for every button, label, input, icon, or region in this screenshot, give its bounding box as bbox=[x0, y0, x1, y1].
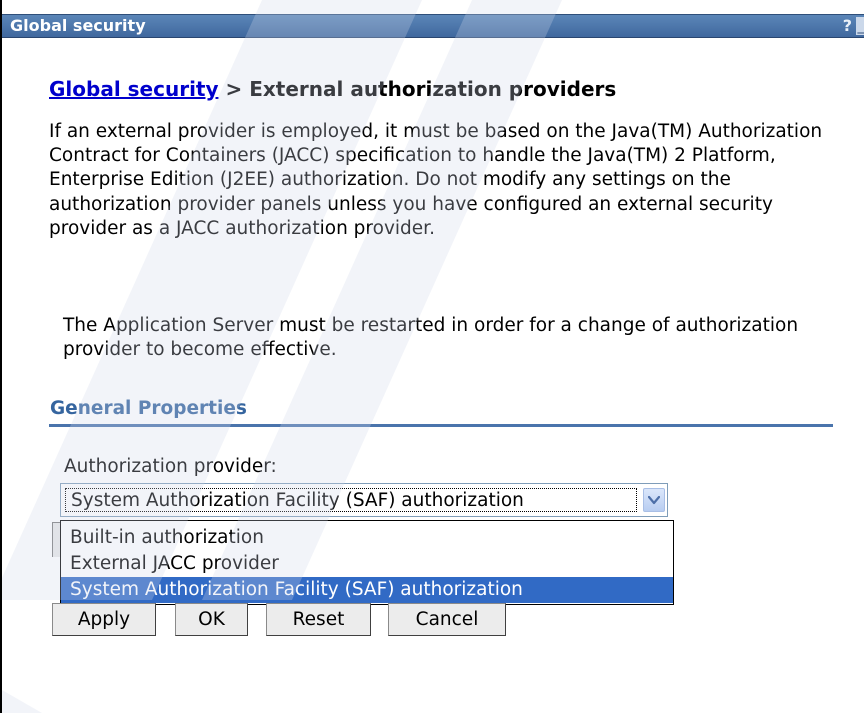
option-saf-authorization[interactable]: System Authorization Facility (SAF) auth… bbox=[61, 577, 673, 603]
dialog-frame: Global security ? _ Global security > Ex… bbox=[0, 0, 864, 713]
apply-button[interactable]: Apply bbox=[52, 603, 156, 636]
chevron-down-icon[interactable] bbox=[643, 488, 665, 512]
page-description: If an external provider is employed, it … bbox=[49, 121, 823, 239]
minimize-icon[interactable]: _ bbox=[856, 17, 864, 35]
window-title: Global security bbox=[10, 16, 146, 35]
restart-note: The Application Server must be restarted… bbox=[63, 315, 799, 361]
authorization-provider-dropdown-list[interactable]: Built-in authorization External JACC pro… bbox=[60, 520, 674, 605]
section-divider bbox=[49, 424, 833, 427]
general-properties-heading: General Properties bbox=[50, 398, 247, 419]
breadcrumb: Global security > External authorization… bbox=[49, 77, 616, 101]
option-external-jacc-provider[interactable]: External JACC provider bbox=[61, 551, 673, 577]
reset-button[interactable]: Reset bbox=[266, 603, 371, 636]
ok-button[interactable]: OK bbox=[175, 603, 248, 636]
obscured-button-edge bbox=[52, 522, 60, 557]
select-current-value: System Authorization Facility (SAF) auth… bbox=[71, 490, 524, 511]
authorization-provider-label: Authorization provider: bbox=[64, 456, 277, 477]
breadcrumb-link-global-security[interactable]: Global security bbox=[49, 77, 219, 101]
cancel-button[interactable]: Cancel bbox=[388, 603, 506, 636]
help-icon[interactable]: ? bbox=[843, 16, 852, 36]
authorization-provider-select[interactable]: System Authorization Facility (SAF) auth… bbox=[60, 483, 668, 517]
option-builtin-authorization[interactable]: Built-in authorization bbox=[61, 525, 673, 551]
window-titlebar: Global security ? _ bbox=[2, 14, 864, 38]
breadcrumb-separator: > bbox=[218, 77, 250, 101]
breadcrumb-current: External authorization providers bbox=[249, 77, 617, 101]
